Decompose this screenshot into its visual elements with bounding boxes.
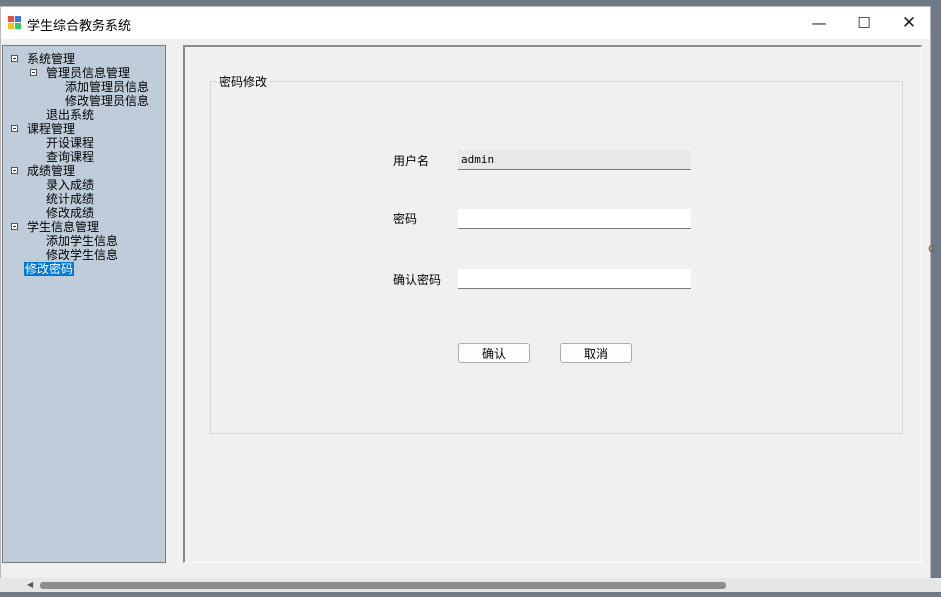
confirm-password-input[interactable]	[458, 269, 691, 289]
cancel-button[interactable]: 取消	[560, 343, 632, 363]
tree-item-edit-admin[interactable]: 修改管理员信息	[64, 94, 150, 108]
confirm-password-label: 确认密码	[393, 273, 442, 287]
tree-item-enter-grades[interactable]: 录入成绩	[45, 178, 95, 192]
tree-item-label: 开设课程	[46, 136, 95, 150]
username-input[interactable]	[458, 150, 691, 170]
collapse-icon[interactable]	[30, 69, 37, 76]
tree-item-query-course[interactable]: 查询课程	[45, 150, 95, 164]
content-panel: 密码修改 用户名 密码 确认密码 确认 取消	[183, 45, 922, 563]
tree-item-label: 修改学生信息	[46, 248, 119, 262]
password-input[interactable]	[458, 209, 691, 229]
collapse-icon[interactable]	[11, 55, 18, 62]
tree-item-student-info-management[interactable]: 学生信息管理	[11, 220, 100, 234]
tree-item-edit-grades[interactable]: 修改成绩	[45, 206, 95, 220]
tree-item-change-password[interactable]: 修改密码	[24, 262, 75, 276]
tree-item-exit-system[interactable]: 退出系统	[45, 108, 95, 122]
tree-item-label: 成绩管理	[27, 164, 76, 178]
collapse-icon[interactable]	[11, 125, 18, 132]
window-title: 学生综合教务系统	[27, 19, 132, 34]
title-bar[interactable]: 学生综合教务系统 — ☐ ✕	[1, 7, 930, 39]
tree-item-label: 查询课程	[46, 150, 95, 164]
tree-item-label: 录入成绩	[46, 178, 95, 192]
tree-item-admin-info-management[interactable]: 管理员信息管理	[30, 66, 131, 80]
tree-item-system-management[interactable]: 系统管理	[11, 52, 76, 66]
password-change-group: 密码修改 用户名 密码 确认密码 确认 取消	[210, 73, 903, 434]
tree-item-add-admin[interactable]: 添加管理员信息	[64, 80, 150, 94]
tree-item-label: 退出系统	[46, 108, 95, 122]
username-label: 用户名	[393, 154, 430, 168]
tree-item-label: 统计成绩	[46, 192, 95, 206]
tree-item-open-course[interactable]: 开设课程	[45, 136, 95, 150]
clipped-text-fragment: c	[928, 241, 935, 255]
tree-item-label: 学生信息管理	[27, 220, 100, 234]
tree-item-label: 添加管理员信息	[65, 80, 150, 94]
scroll-left-icon[interactable]: ◀	[27, 578, 33, 592]
tree-item-label: 添加学生信息	[46, 234, 119, 248]
group-title: 密码修改	[217, 73, 270, 90]
scroll-thumb[interactable]	[40, 582, 726, 589]
confirm-button[interactable]: 确认	[458, 343, 530, 363]
tree-item-label: 管理员信息管理	[46, 66, 131, 80]
tree-item-edit-student[interactable]: 修改学生信息	[45, 248, 119, 262]
maximize-button[interactable]: ☐	[841, 7, 887, 39]
tree-item-course-management[interactable]: 课程管理	[11, 122, 76, 136]
app-icon	[8, 16, 21, 29]
tree-item-grade-statistics[interactable]: 统计成绩	[45, 192, 95, 206]
close-button[interactable]: ✕	[886, 7, 932, 39]
minimize-button[interactable]: —	[796, 7, 842, 39]
horizontal-scrollbar[interactable]: ◀	[0, 578, 941, 592]
tree-item-label: 修改管理员信息	[65, 94, 150, 108]
tree-item-grade-management[interactable]: 成绩管理	[11, 164, 76, 178]
collapse-icon[interactable]	[11, 167, 18, 174]
tree-item-label: 修改密码	[24, 262, 75, 276]
tree-item-label: 课程管理	[27, 122, 76, 136]
nav-tree[interactable]: 系统管理 管理员信息管理 添加管理员信息 修改管理员信息 退出系统 课程管理 开…	[2, 45, 166, 563]
password-label: 密码	[393, 212, 418, 226]
tree-item-label: 修改成绩	[46, 206, 95, 220]
tree-item-label: 系统管理	[27, 52, 76, 66]
collapse-icon[interactable]	[11, 223, 18, 230]
tree-item-add-student[interactable]: 添加学生信息	[45, 234, 119, 248]
